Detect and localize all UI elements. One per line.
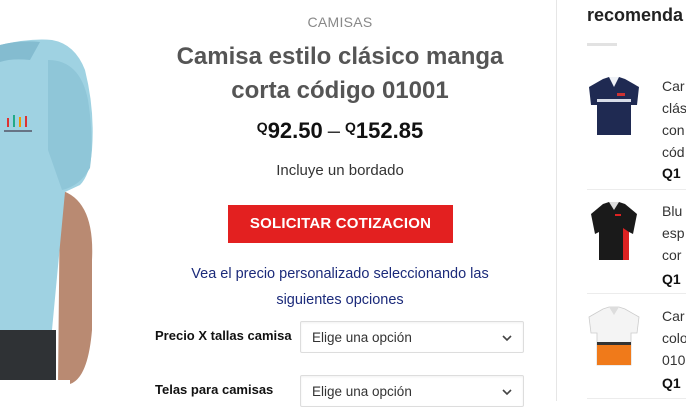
recommended-item-price: Q1 [662, 165, 681, 181]
recommended-item[interactable]: Car clás con cód Q1 [587, 75, 686, 181]
recommended-item[interactable]: Blu esp cor Q1 [587, 200, 686, 304]
size-select[interactable]: Elige una opción [300, 321, 524, 353]
black-red-blouse-image [591, 202, 637, 260]
chevron-down-icon [502, 389, 512, 396]
sidebar-divider [556, 0, 557, 401]
product-summary: CAMISAS Camisa estilo clásico manga cort… [130, 0, 550, 407]
includes-note: Incluye un bordado [276, 162, 404, 179]
recommended-item-price: Q1 [662, 375, 681, 391]
options-info-text: Vea el precio personalizado seleccionand… [191, 266, 489, 308]
fabric-select[interactable]: Elige una opción [300, 375, 524, 407]
item-divider [587, 293, 686, 294]
product-title: Camisa estilo clásico manga corta código… [176, 43, 504, 104]
currency-symbol: Q [256, 119, 268, 135]
chevron-down-icon [502, 335, 512, 342]
product-category[interactable]: CAMISAS [130, 14, 550, 30]
fabric-select-value: Elige una opción [312, 384, 412, 399]
recommended-item-price: Q1 [662, 271, 681, 287]
size-option-label: Precio X tallas camisa [155, 328, 292, 343]
orange-white-shirt-image [588, 306, 640, 366]
recommended-item-name: Car colo 010 [662, 308, 686, 368]
item-divider [587, 189, 686, 190]
request-quote-button[interactable]: SOLICITAR COTIZACION [228, 205, 453, 243]
sidebar-title: recomenda [587, 5, 684, 25]
price-range: Q92.50– Q152.85 [130, 118, 550, 144]
item-divider [587, 398, 686, 399]
recommended-item[interactable]: Car colo 010 Q1 [587, 305, 686, 409]
currency-symbol: Q [345, 119, 356, 135]
size-select-value: Elige una opción [312, 330, 412, 345]
recommended-item-name: Car clás con cód [662, 78, 686, 160]
fabric-option-label: Telas para camisas [155, 382, 274, 397]
sidebar-title-underline [587, 43, 617, 46]
light-blue-shirt-image [0, 0, 120, 401]
price-max: 152.85 [355, 118, 424, 143]
price-separator: – [327, 118, 340, 143]
navy-shirt-image [589, 77, 639, 135]
recommended-item-name: Blu esp cor [662, 203, 685, 263]
product-image[interactable] [0, 0, 120, 401]
price-min: 92.50 [267, 118, 323, 143]
